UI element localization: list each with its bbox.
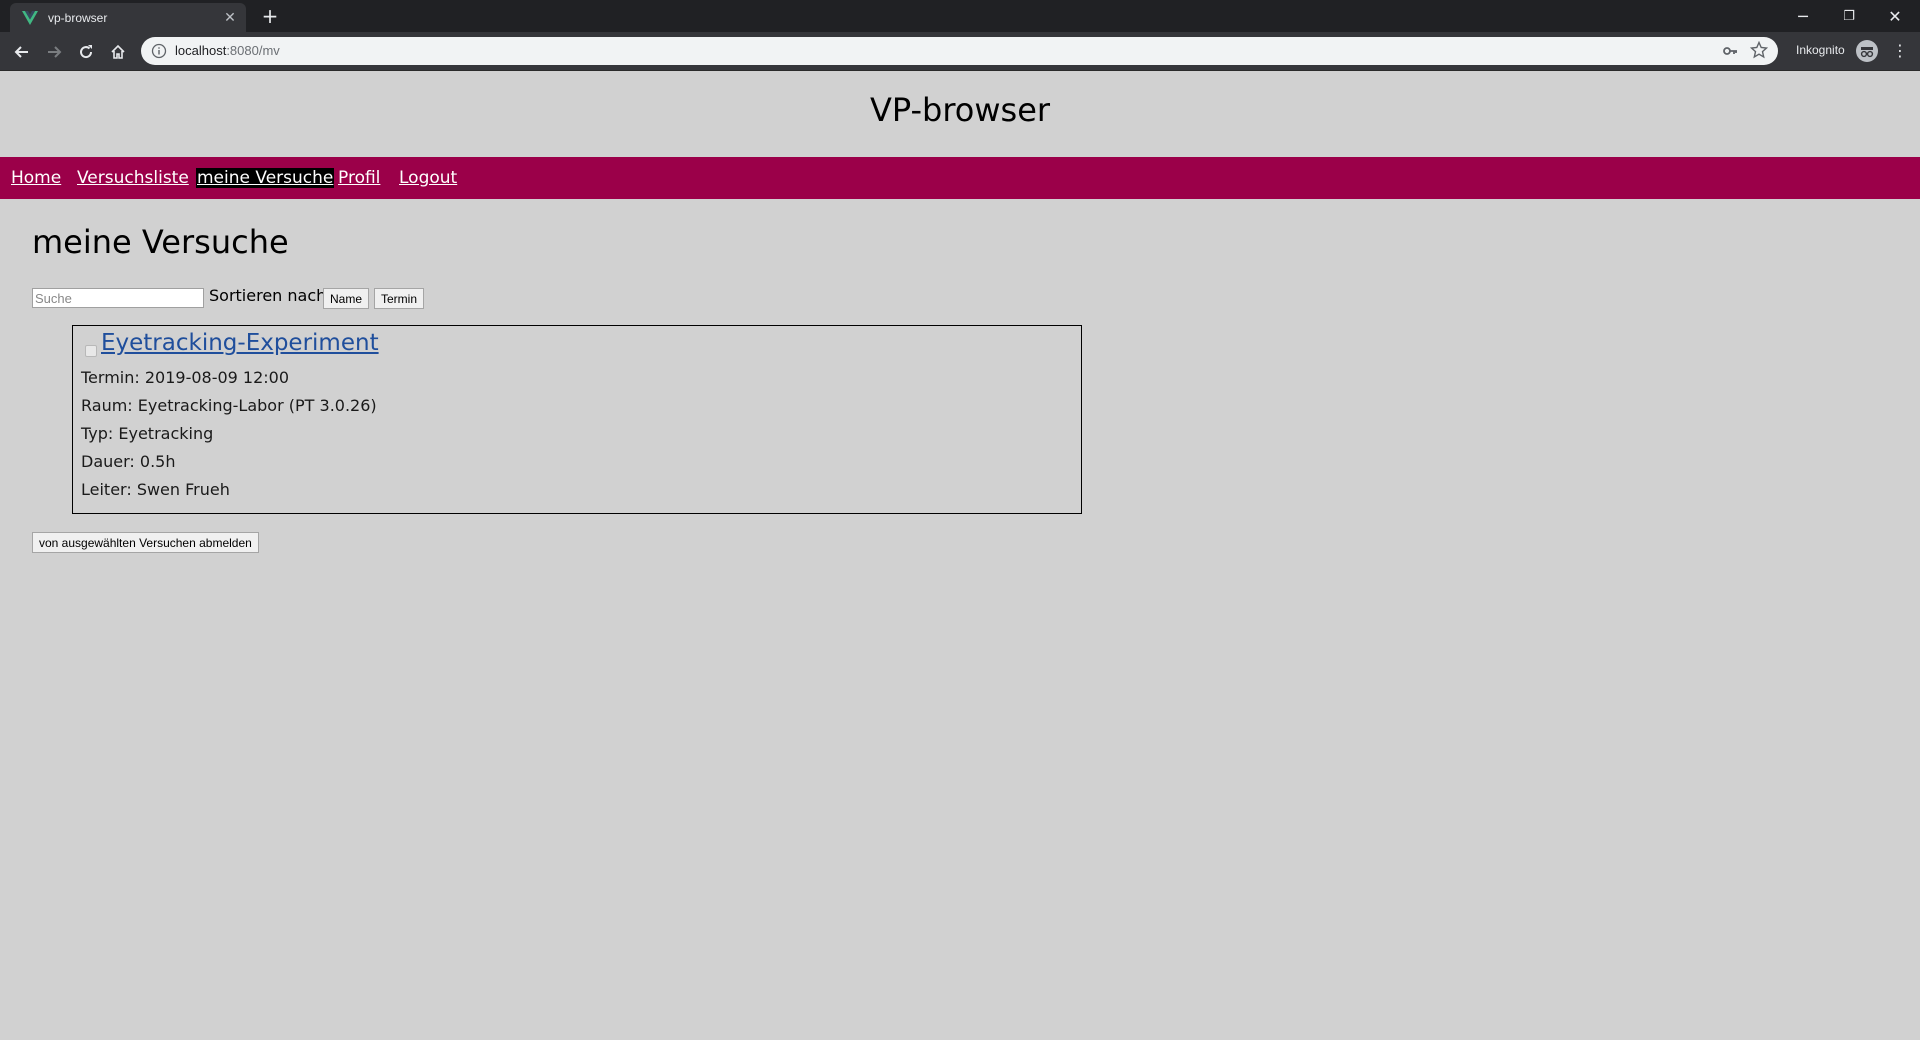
url-text: localhost:8080/mv xyxy=(175,43,280,58)
sort-label: Sortieren nach xyxy=(209,286,327,305)
bookmark-star-icon[interactable] xyxy=(1749,40,1769,59)
new-tab-button[interactable]: + xyxy=(258,4,282,28)
browser-menu-icon[interactable]: ⋮ xyxy=(1890,40,1910,62)
nav-home[interactable]: Home xyxy=(11,168,61,188)
tab-close-icon[interactable]: ✕ xyxy=(222,10,238,26)
vue-logo-icon xyxy=(22,10,38,26)
page-title: meine Versuche xyxy=(32,223,289,261)
incognito-icon[interactable] xyxy=(1856,40,1878,62)
restore-button[interactable]: ❐ xyxy=(1826,0,1872,32)
search-input[interactable] xyxy=(32,288,204,308)
experiment-termin: Termin: 2019-08-09 12:00 xyxy=(81,368,290,387)
home-icon[interactable] xyxy=(104,38,132,66)
experiment-checkbox[interactable] xyxy=(85,345,97,357)
forward-icon[interactable] xyxy=(40,38,68,66)
minimize-button[interactable]: ─ xyxy=(1780,0,1826,32)
browser-tab[interactable]: vp-browser ✕ xyxy=(10,3,246,32)
incognito-label: Inkognito xyxy=(1796,43,1845,57)
back-icon[interactable] xyxy=(8,38,36,66)
site-title: VP-browser xyxy=(869,91,1051,129)
nav-meine-versuche[interactable]: meine Versuche xyxy=(196,168,335,188)
experiment-card: Eyetracking-Experiment Termin: 2019-08-0… xyxy=(72,325,1082,514)
nav-profil[interactable]: Profil xyxy=(338,168,380,188)
experiment-leiter: Leiter: Swen Frueh xyxy=(81,480,230,499)
experiment-typ: Typ: Eyetracking xyxy=(81,424,214,443)
nav-logout[interactable]: Logout xyxy=(399,168,457,188)
address-bar[interactable]: localhost:8080/mv xyxy=(141,37,1778,65)
browser-tabstrip: vp-browser ✕ + ─ ❐ ✕ xyxy=(0,0,1920,32)
experiment-title-link[interactable]: Eyetracking-Experiment xyxy=(101,330,379,356)
reload-icon[interactable] xyxy=(72,38,100,66)
experiment-dauer: Dauer: 0.5h xyxy=(81,452,176,471)
experiment-raum: Raum: Eyetracking-Labor (PT 3.0.26) xyxy=(81,396,377,415)
nav-versuchsliste[interactable]: Versuchsliste xyxy=(77,168,189,188)
close-window-button[interactable]: ✕ xyxy=(1872,0,1918,32)
site-navbar: Home Versuchsliste meine Versuche Profil… xyxy=(0,157,1920,199)
key-icon[interactable] xyxy=(1722,43,1738,59)
tab-title: vp-browser xyxy=(48,10,108,25)
browser-toolbar: localhost:8080/mv Inkognito ⋮ xyxy=(0,32,1920,71)
sort-by-termin-button[interactable]: Termin xyxy=(374,288,425,309)
page-content: VP-browser Home Versuchsliste meine Vers… xyxy=(0,71,1920,1040)
sort-by-name-button[interactable]: Name xyxy=(323,288,370,309)
site-info-icon[interactable] xyxy=(151,43,167,59)
unregister-selected-button[interactable]: von ausgewählten Versuchen abmelden xyxy=(32,532,259,553)
